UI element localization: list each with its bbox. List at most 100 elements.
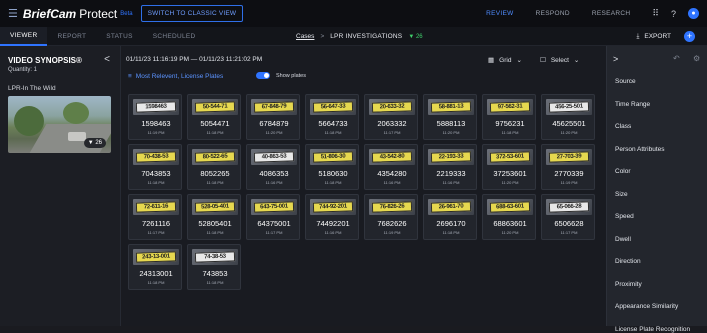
hamburger-icon[interactable]: ☰ xyxy=(8,7,18,20)
expand-panel-icon[interactable]: > xyxy=(613,54,618,64)
date-range: 01/11/23 11:16:19 PM — 01/11/23 11:21:02… xyxy=(126,56,263,63)
plate-number: 7261116 xyxy=(141,219,171,228)
plate-card[interactable]: 688-63-601 68863601 11:20 PM xyxy=(482,194,536,240)
plate-text: 27-703-39 xyxy=(548,151,590,163)
filter-item[interactable]: Time Range xyxy=(615,101,650,108)
top-nav: REVIEW RESPOND RESEARCH ⠿ ? ● xyxy=(486,0,707,27)
plate-time: 11:18 PM xyxy=(147,280,165,285)
plate-number: 1598463 xyxy=(141,119,171,128)
plate-text: 43-542-80 xyxy=(371,151,413,163)
plate-card[interactable]: 40-863-53 4086353 11:16 PM xyxy=(246,144,300,190)
nav-respond[interactable]: RESPOND xyxy=(536,10,570,17)
plate-time: 11:18 PM xyxy=(324,130,342,135)
filter-item[interactable]: Class xyxy=(615,123,631,130)
plate-card[interactable]: 20-633-32 2063332 11:17 PM xyxy=(364,94,418,140)
nav-review[interactable]: REVIEW xyxy=(486,10,513,17)
plate-card[interactable]: 528-05-401 52805401 11:18 PM xyxy=(187,194,241,240)
filter-item[interactable]: Size xyxy=(615,191,628,198)
filter-item[interactable]: Direction xyxy=(615,258,641,265)
user-avatar[interactable]: ● xyxy=(688,8,699,19)
plate-card[interactable]: 67-848-79 6784879 11:20 PM xyxy=(246,94,300,140)
filter-item[interactable]: Source xyxy=(615,78,636,85)
plate-number: 2696170 xyxy=(436,219,466,228)
plate-image: 688-63-601 xyxy=(487,199,533,215)
sort-control[interactable]: ≡ Most Relevent, License Plates xyxy=(128,73,223,80)
plate-text: 72-611-16 xyxy=(135,201,177,213)
collapse-panel-icon[interactable]: < xyxy=(104,54,110,65)
tab-viewer[interactable]: VIEWER xyxy=(0,27,48,46)
export-button[interactable]: ⤓ EXPORT xyxy=(637,27,671,46)
camera-thumbnail[interactable]: ▼ 26 xyxy=(8,96,111,153)
nav-research[interactable]: RESEARCH xyxy=(592,10,631,17)
switch-classic-view-button[interactable]: SWITCH TO CLASSIC VIEW xyxy=(140,5,244,22)
plate-time: 11:18 PM xyxy=(324,180,342,185)
plate-card[interactable]: 43-542-80 4354280 11:16 PM xyxy=(364,144,418,190)
grid-icon: ▦ xyxy=(488,57,495,64)
plate-time: 11:18 PM xyxy=(206,280,224,285)
tab-scheduled[interactable]: SCHEDULED xyxy=(143,27,206,46)
plate-image: 43-542-80 xyxy=(369,149,415,165)
filter-settings-icon[interactable]: ⚙ xyxy=(693,54,700,63)
add-button[interactable]: + xyxy=(684,31,695,42)
show-plates-toggle[interactable] xyxy=(256,72,270,79)
filters-panel: > ↶ ⚙ Source Time Range Class Person Attrib… xyxy=(606,46,707,333)
filter-count-badge[interactable]: ▼ 26 xyxy=(408,34,422,40)
plate-number: 7682626 xyxy=(377,219,407,228)
help-icon[interactable]: ? xyxy=(671,9,676,19)
undo-icon[interactable]: ↶ xyxy=(673,54,680,63)
plate-card[interactable]: 56-647-33 5664733 11:18 PM xyxy=(305,94,359,140)
filter-item[interactable]: Person Attributes xyxy=(615,146,665,153)
plate-image: 243-13-001 xyxy=(133,249,179,265)
plate-card[interactable]: 72-611-16 7261116 11:17 PM xyxy=(128,194,182,240)
brand-name: BriefCam xyxy=(22,6,77,21)
plate-time: 11:18 PM xyxy=(442,230,460,235)
plate-number: 7043853 xyxy=(141,169,171,178)
select-dropdown[interactable]: ☐ Select ⌄ xyxy=(540,54,602,66)
plate-card[interactable]: 58-881-13 5888113 11:20 PM xyxy=(423,94,477,140)
plate-card[interactable]: 744-92-201 74492201 11:16 PM xyxy=(305,194,359,240)
plate-image: 372-53-601 xyxy=(487,149,533,165)
plate-card[interactable]: 97-562-31 9756231 11:18 PM xyxy=(482,94,536,140)
plate-number: 6784879 xyxy=(259,119,289,128)
filter-item[interactable]: Proximity xyxy=(615,281,642,288)
filter-item[interactable]: Appearance Similarity xyxy=(615,303,678,310)
grid-view-dropdown[interactable]: ▦ Grid ⌄ xyxy=(488,54,534,66)
plate-card[interactable]: 76-826-26 7682626 11:19 PM xyxy=(364,194,418,240)
plate-card[interactable]: 372-53-601 37253601 11:20 PM xyxy=(482,144,536,190)
plate-card[interactable]: 27-703-39 2770339 11:19 PM xyxy=(541,144,595,190)
plate-text: 51-806-30 xyxy=(312,151,354,163)
plate-card[interactable]: 51-806-30 5180630 11:18 PM xyxy=(305,144,359,190)
brand-logo[interactable]: ☰ BriefCam Protect Beta xyxy=(8,7,133,21)
breadcrumb-cases-link[interactable]: Cases xyxy=(296,33,314,40)
plate-image: 20-633-32 xyxy=(369,99,415,115)
plate-text: 80-522-65 xyxy=(194,151,236,163)
plate-image: 76-826-26 xyxy=(369,199,415,215)
plate-card[interactable]: 50-544-71 5054471 11:18 PM xyxy=(187,94,241,140)
plate-image: 70-438-53 xyxy=(133,149,179,165)
plate-card[interactable]: 26-961-70 2696170 11:18 PM xyxy=(423,194,477,240)
plate-number: 74492201 xyxy=(316,219,350,228)
plate-card[interactable]: 80-522-65 8052265 11:18 PM xyxy=(187,144,241,190)
plate-card[interactable]: 643-75-001 64375001 11:17 PM xyxy=(246,194,300,240)
plate-card[interactable]: 22-193-33 2219333 11:16 PM xyxy=(423,144,477,190)
tab-report[interactable]: REPORT xyxy=(47,27,96,46)
plate-card[interactable]: 243-13-001 24313001 11:18 PM xyxy=(128,244,182,290)
video-synopsis-panel: VIDEO SYNOPSIS® < Quantity: 1 LPR-In The… xyxy=(0,46,121,326)
tab-status[interactable]: STATUS xyxy=(96,27,142,46)
plate-card[interactable]: 70-438-53 7043853 11:18 PM xyxy=(128,144,182,190)
plate-card[interactable]: 65-066-28 6506628 11:17 PM xyxy=(541,194,595,240)
plate-time: 11:20 PM xyxy=(501,180,519,185)
plate-card[interactable]: 74-38-53 743853 11:18 PM xyxy=(187,244,241,290)
plate-text: 40-863-53 xyxy=(253,151,295,163)
filter-item[interactable]: Speed xyxy=(615,213,634,220)
apps-grid-icon[interactable]: ⠿ xyxy=(652,8,659,19)
plate-card[interactable]: 1598463 1598463 11:19 PM xyxy=(128,94,182,140)
chevron-down-icon: ⌄ xyxy=(516,57,522,64)
plate-number: 2219333 xyxy=(436,169,466,178)
filter-item[interactable]: Dwell xyxy=(615,236,631,243)
filter-item[interactable]: Color xyxy=(615,168,631,175)
plate-card[interactable]: 456-25-501 45625501 11:20 PM xyxy=(541,94,595,140)
plate-image: 72-611-16 xyxy=(133,199,179,215)
plate-image: 74-38-53 xyxy=(192,249,238,265)
filter-item[interactable]: License Plate Recognition xyxy=(615,326,690,333)
